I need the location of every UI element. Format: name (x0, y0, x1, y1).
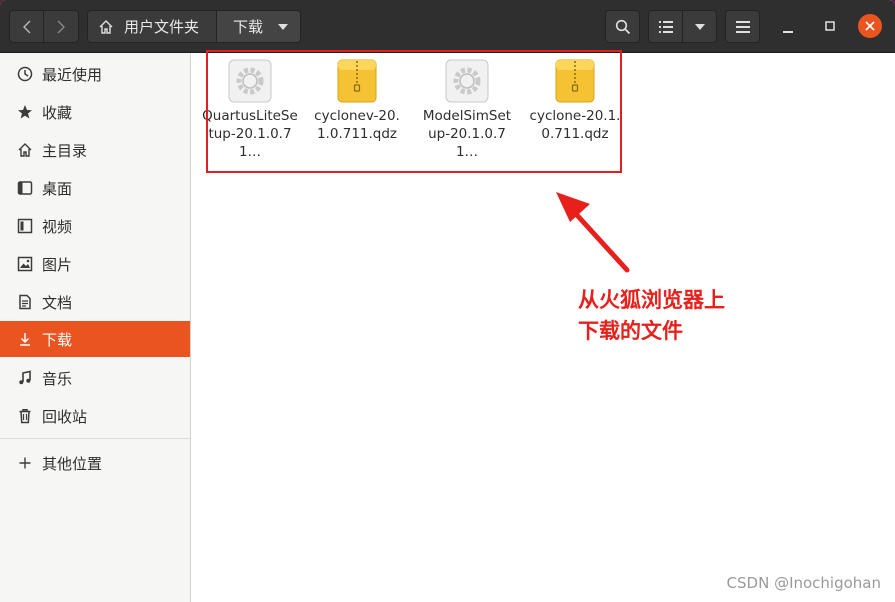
annotation-arrow (556, 192, 630, 273)
annotation-line: 下载的文件 (578, 319, 683, 343)
annotation-text: 从火狐浏览器上 下载的文件 (578, 285, 725, 347)
file-manager-window: 用户文件夹 下载 最近使用 收藏 主目录 桌面 视频 图片 文档 下载 音乐 回… (0, 0, 895, 602)
watermark: CSDN @Inochigohan (726, 574, 881, 592)
annotation-line: 从火狐浏览器上 (578, 288, 725, 312)
